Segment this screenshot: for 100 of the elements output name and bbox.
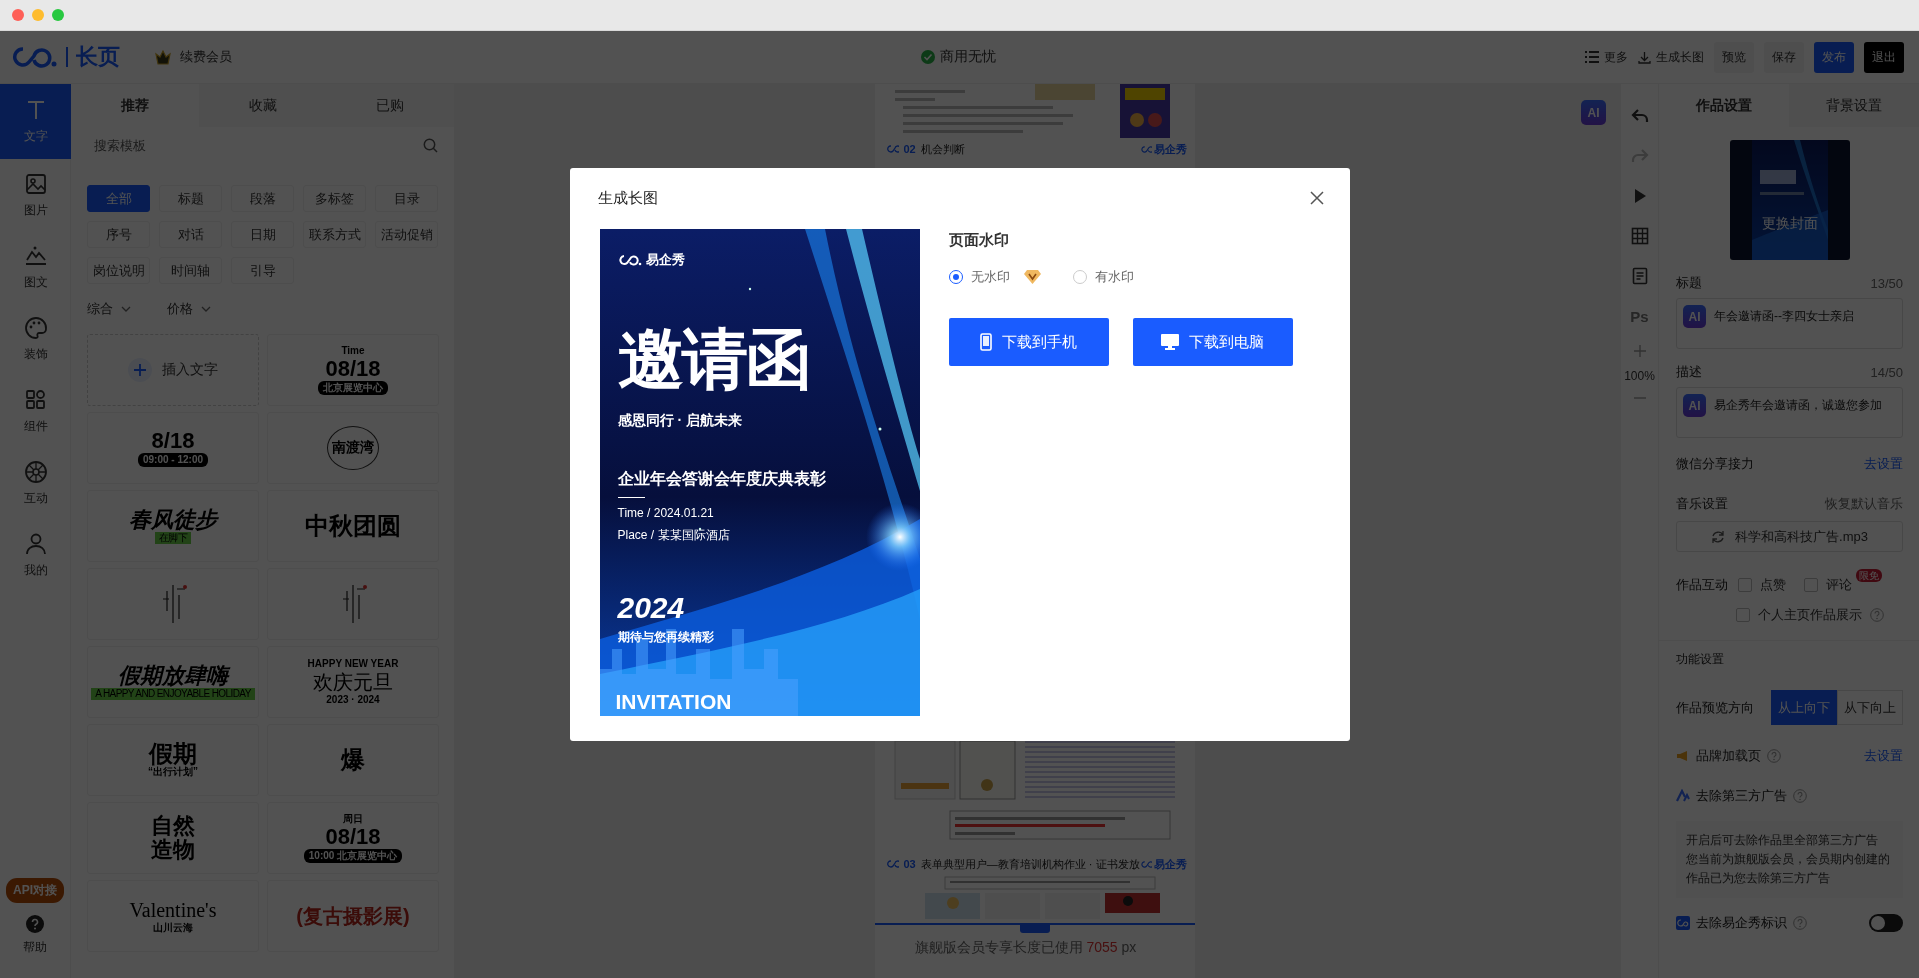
field-label: 描述 (1676, 363, 1702, 381)
section-number: 03 (903, 858, 916, 870)
category-chip[interactable]: 对话 (159, 221, 222, 248)
long-image-button[interactable]: 生成长图 (1638, 48, 1704, 66)
info-text: 您当前为旗舰版会员，会员期内创建的作品已为您去除第三方广告 (1686, 851, 1891, 887)
setting-label: 微信分享接力 (1676, 455, 1754, 473)
category-chip[interactable]: 活动促销 (375, 221, 438, 248)
checkbox-option[interactable]: 个人主页作品展示 (1736, 606, 1862, 624)
category-chip[interactable]: 序号 (87, 221, 150, 248)
direction-option[interactable]: 从下向上 (1837, 690, 1903, 725)
category-chip[interactable]: 联系方式 (303, 221, 366, 248)
plus-icon (128, 358, 152, 382)
resize-handle[interactable] (1019, 923, 1050, 933)
window-zoom-button[interactable] (52, 9, 64, 21)
template-title: (复古摄影展) (296, 904, 410, 928)
download-button[interactable]: 下载到电脑 (1132, 318, 1293, 366)
setting-label: 品牌加载页 (1696, 747, 1761, 765)
category-chip[interactable]: 岗位说明 (87, 257, 150, 284)
template-subtitle: 山川云海 (153, 922, 193, 934)
radio-option[interactable]: 无水印 (948, 268, 1041, 286)
template-subtitle: 10:00 北京展览中心 (303, 849, 403, 863)
help-icon (1870, 608, 1884, 622)
template-card[interactable]: 自然造物 (87, 802, 259, 874)
poster-time: Time / 2024.01.21 (617, 505, 715, 522)
sort-dropdown[interactable]: 综合 (87, 300, 131, 318)
template-card[interactable]: 中秋团圆 (267, 490, 439, 562)
more-button[interactable]: 更多 (1585, 48, 1628, 66)
save-button[interactable]: 保存 (1764, 41, 1804, 73)
api-badge[interactable]: API对接 (6, 878, 64, 903)
category-chip[interactable]: 目录 (375, 185, 438, 212)
chevron-down-icon (121, 306, 131, 312)
section-title: 机会判断 (920, 141, 965, 157)
exit-button[interactable]: 退出 (1864, 41, 1904, 73)
template-caption: HAPPY NEW YEAR (307, 658, 399, 670)
window-close-button[interactable] (12, 9, 24, 21)
template-subtitle: 2023 · 2024 (326, 694, 380, 706)
setting-label: 去除易企秀标识 (1696, 914, 1787, 932)
template-title: 欢庆元旦 (313, 670, 393, 694)
template-caption: Time (341, 345, 365, 357)
template-card[interactable]: 周日 08/18 10:00 北京展览中心 (267, 802, 439, 874)
brand-name: 长页 (66, 47, 120, 67)
radio-option[interactable]: 有水印 (1072, 268, 1134, 286)
settings-link[interactable]: 去设置 (1864, 455, 1903, 473)
checkbox-option[interactable]: 评论 (1804, 576, 1852, 594)
download-button[interactable]: 下载到手机 (948, 318, 1109, 366)
category-chip[interactable]: 引导 (231, 257, 294, 284)
document-icon (1630, 267, 1649, 285)
sidebar-item[interactable]: 组件 (0, 375, 71, 447)
wheel-icon (23, 459, 48, 484)
sidebar-item[interactable]: 图片 (0, 159, 71, 231)
template-card[interactable]: Time 08/18 北京展览中心 (267, 334, 439, 406)
renew-member-button[interactable]: 续费会员 (154, 48, 232, 66)
template-card[interactable]: 假期 “出行计划” (87, 724, 259, 796)
template-card[interactable] (267, 568, 439, 640)
brand-logo: 易企秀 (1140, 141, 1187, 157)
category-chip[interactable]: 日期 (231, 221, 294, 248)
toggle-switch[interactable] (1869, 914, 1903, 932)
poster-rule (617, 497, 645, 498)
poster-event: 企业年会答谢会年度庆典表彰 (617, 469, 827, 489)
template-card[interactable]: 爆 (267, 724, 439, 796)
window-minimize-button[interactable] (32, 9, 44, 21)
checkbox-option[interactable]: 点赞 (1738, 576, 1786, 594)
zoom-level: 100% (1624, 369, 1655, 383)
poster-year: 2024 (617, 592, 686, 624)
brand-logo: 易企秀 (1140, 856, 1187, 872)
sidebar-item[interactable]: 互动 (0, 447, 71, 519)
list-icon (1585, 51, 1599, 63)
category-chip[interactable]: 时间轴 (159, 257, 222, 284)
sidebar-item[interactable]: 文字 (0, 84, 71, 159)
template-card[interactable]: Valentine's 山川云海 (87, 880, 259, 952)
category-chip[interactable]: 全部 (87, 185, 150, 212)
template-card[interactable]: 8/18 09:00 - 12:00 (87, 412, 259, 484)
plus-icon (1633, 345, 1646, 357)
sidebar-item[interactable]: 我的 (0, 519, 71, 591)
template-card[interactable]: (复古摄影展) (267, 880, 439, 952)
music-file-button[interactable]: 科学和高科技广告.mp3 (1676, 521, 1903, 552)
category-chip[interactable]: 多标签 (303, 185, 366, 212)
preview-button[interactable]: 预览 (1714, 41, 1754, 73)
sidebar-item[interactable]: 图文 (0, 231, 71, 303)
logo-icon (886, 145, 899, 153)
change-cover-button[interactable]: 更换封面 (1729, 214, 1850, 234)
direction-option[interactable]: 从上向下 (1771, 690, 1837, 725)
template-card[interactable]: 南渡湾 (267, 412, 439, 484)
template-title: 08/18 (325, 357, 381, 381)
search-icon (423, 137, 438, 153)
sort-dropdown[interactable]: 价格 (167, 300, 211, 318)
logo-icon (12, 46, 58, 68)
poster-footer: INVITATION (615, 690, 920, 714)
sidebar-item[interactable]: 装饰 (0, 303, 71, 375)
category-chip[interactable]: 段落 (231, 185, 294, 212)
publish-button[interactable]: 发布 (1814, 41, 1854, 73)
category-chip[interactable]: 标题 (159, 185, 222, 212)
template-card[interactable] (87, 568, 259, 640)
help-icon (1767, 749, 1781, 763)
template-card[interactable]: 假期放肆嗨 A HAPPY AND ENJOYABLE HOLIDAY (87, 646, 259, 718)
help-button[interactable]: 帮助 (0, 915, 70, 956)
settings-link[interactable]: 去设置 (1864, 747, 1903, 765)
template-card[interactable]: HAPPY NEW YEAR 欢庆元旦 2023 · 2024 (267, 646, 439, 718)
help-icon (1793, 789, 1807, 803)
insert-text-button[interactable]: 插入文字 (87, 334, 259, 406)
